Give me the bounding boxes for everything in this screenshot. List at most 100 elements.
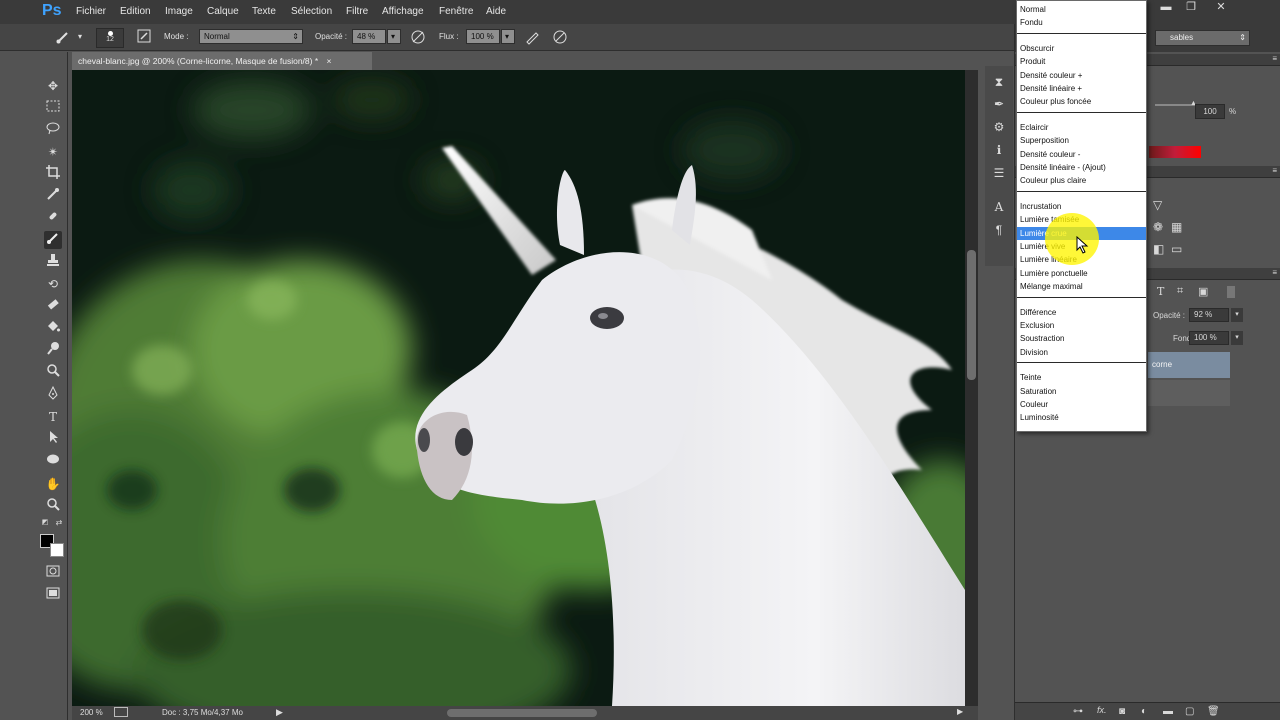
- trash-icon[interactable]: 🗑: [1207, 706, 1220, 717]
- slider-track[interactable]: [1155, 104, 1195, 106]
- blend-mode-option[interactable]: Produit: [1017, 55, 1146, 68]
- fx-icon[interactable]: fx.: [1097, 705, 1107, 715]
- panel-menu-icon[interactable]: ≡: [1272, 166, 1277, 175]
- blend-mode-option[interactable]: Lumière ponctuelle: [1017, 267, 1146, 280]
- stamp-tool-icon[interactable]: [44, 253, 62, 271]
- maximize-icon[interactable]: ❐: [1180, 1, 1202, 15]
- blend-mode-option[interactable]: Obscurcir: [1017, 42, 1146, 55]
- chevron-down-icon[interactable]: ▾: [72, 29, 88, 45]
- blend-mode-option[interactable]: Couleur: [1017, 398, 1146, 411]
- menu-selection[interactable]: Sélection: [291, 6, 332, 17]
- type-filter-icon[interactable]: T: [1157, 285, 1164, 298]
- threshold-icon[interactable]: ◧: [1153, 242, 1164, 256]
- menu-affichage[interactable]: Affichage: [382, 6, 424, 17]
- blend-mode-option[interactable]: Saturation: [1017, 385, 1146, 398]
- document-tab[interactable]: cheval-blanc.jpg @ 200% (Corne-licorne, …: [72, 52, 372, 70]
- layer-opacity-input[interactable]: 92 %: [1189, 308, 1229, 322]
- default-colors-icon[interactable]: ◩: [40, 518, 50, 528]
- ellipse-tool-icon[interactable]: [44, 452, 62, 470]
- add-mask-icon[interactable]: ◙: [1119, 706, 1125, 717]
- screen-mode-icon[interactable]: [44, 586, 62, 604]
- shape-filter-icon[interactable]: ⌗: [1177, 285, 1183, 298]
- adjustment-layer-icon[interactable]: ◐: [1141, 706, 1147, 717]
- blend-mode-option[interactable]: Couleur plus claire: [1017, 174, 1146, 187]
- pressure-size-icon[interactable]: [552, 29, 568, 45]
- panel-menu-icon[interactable]: ≡: [1272, 54, 1277, 63]
- menu-image[interactable]: Image: [165, 6, 193, 17]
- mode-select[interactable]: Normal ⇕: [199, 29, 303, 44]
- blend-mode-option[interactable]: Fondu: [1017, 16, 1146, 29]
- channel-mixer-icon[interactable]: ❁: [1153, 220, 1163, 234]
- fill-input[interactable]: 100 %: [1189, 331, 1229, 345]
- blend-mode-option[interactable]: Densité linéaire - (Ajout): [1017, 161, 1146, 174]
- color-lookup-icon[interactable]: ▦: [1171, 220, 1182, 234]
- eyedropper-tool-icon[interactable]: [44, 187, 62, 205]
- clone-source-panel-icon[interactable]: ⚙: [990, 118, 1008, 136]
- preview-icon[interactable]: [114, 707, 128, 717]
- move-tool-icon[interactable]: ✥: [44, 77, 62, 95]
- blend-mode-option[interactable]: Exclusion: [1017, 319, 1146, 332]
- character-panel-icon[interactable]: A: [990, 198, 1008, 216]
- type-tool-icon[interactable]: T: [44, 408, 62, 426]
- color-ramp[interactable]: [1149, 146, 1201, 158]
- blend-mode-option[interactable]: Soustraction: [1017, 332, 1146, 345]
- zoom-tool-icon[interactable]: [44, 497, 62, 515]
- paragraph-panel-icon[interactable]: ¶: [990, 221, 1008, 239]
- brush-tool-icon[interactable]: [44, 231, 62, 249]
- crop-tool-icon[interactable]: [44, 165, 62, 183]
- menu-filtre[interactable]: Filtre: [346, 6, 368, 17]
- adjustments-panel-icon[interactable]: ☰: [990, 164, 1008, 182]
- blend-mode-option[interactable]: Mélange maximal: [1017, 280, 1146, 293]
- chevron-down-icon[interactable]: ▾: [1231, 308, 1243, 322]
- zoom-blur-tool-icon[interactable]: [44, 363, 62, 381]
- lasso-tool-icon[interactable]: [44, 121, 62, 139]
- brush-panel-icon[interactable]: [136, 29, 152, 45]
- filter-toggle[interactable]: [1227, 286, 1235, 298]
- status-menu-arrow-icon[interactable]: ▶: [276, 707, 283, 718]
- opacity-dropdown[interactable]: ▾: [387, 29, 401, 44]
- scroll-right-arrow-icon[interactable]: ▶: [957, 707, 963, 716]
- blend-mode-option[interactable]: Luminosité: [1017, 411, 1146, 424]
- blend-mode-option[interactable]: Superposition: [1017, 134, 1146, 147]
- menu-texte[interactable]: Texte: [252, 6, 276, 17]
- airbrush-icon[interactable]: [524, 29, 540, 45]
- canvas[interactable]: [72, 70, 965, 706]
- triangle-icon[interactable]: ▽: [1153, 198, 1162, 212]
- brush-preset-picker[interactable]: 12: [96, 28, 124, 48]
- menu-aide[interactable]: Aide: [486, 6, 506, 17]
- blend-mode-option[interactable]: Densité linéaire +: [1017, 82, 1146, 95]
- healing-brush-tool-icon[interactable]: [44, 209, 62, 227]
- menu-edition[interactable]: Edition: [120, 6, 151, 17]
- flow-input[interactable]: 100 %: [466, 29, 500, 44]
- blend-mode-option[interactable]: Incrustation: [1017, 200, 1146, 213]
- minimize-icon[interactable]: ▬: [1155, 1, 1177, 15]
- blend-mode-option[interactable]: Densité couleur +: [1017, 69, 1146, 82]
- new-layer-icon[interactable]: ▢: [1185, 706, 1194, 717]
- blend-mode-option[interactable]: Normal: [1017, 3, 1146, 16]
- marquee-tool-icon[interactable]: [44, 99, 62, 117]
- smart-object-filter-icon[interactable]: ▣: [1198, 285, 1208, 298]
- panel-menu-icon[interactable]: ≡: [1272, 268, 1277, 277]
- link-layers-icon[interactable]: ⊶: [1073, 706, 1083, 717]
- gradient-map-icon[interactable]: ▭: [1171, 242, 1182, 256]
- menu-fenetre[interactable]: Fenêtre: [439, 6, 473, 17]
- close-icon[interactable]: ✕: [1210, 1, 1232, 15]
- pen-tool-icon[interactable]: [44, 385, 62, 404]
- vertical-scrollbar[interactable]: [965, 70, 978, 706]
- path-selection-tool-icon[interactable]: [44, 430, 62, 448]
- menu-calque[interactable]: Calque: [207, 6, 239, 17]
- info-panel-icon[interactable]: ℹ: [990, 141, 1008, 159]
- chevron-down-icon[interactable]: ▾: [1231, 331, 1243, 345]
- blend-mode-option[interactable]: Différence: [1017, 306, 1146, 319]
- eraser-tool-icon[interactable]: [44, 297, 62, 315]
- blend-mode-option[interactable]: Couleur plus foncée: [1017, 95, 1146, 108]
- history-brush-tool-icon[interactable]: ⟲: [44, 275, 62, 293]
- history-panel-icon[interactable]: ⧗: [990, 73, 1008, 91]
- quick-mask-icon[interactable]: [44, 564, 62, 582]
- blend-mode-option[interactable]: Densité couleur -: [1017, 148, 1146, 161]
- blend-mode-option[interactable]: Division: [1017, 346, 1146, 359]
- horizontal-scroll-thumb[interactable]: [447, 709, 597, 717]
- swap-colors-icon[interactable]: ⇄: [54, 518, 64, 528]
- close-icon[interactable]: ×: [327, 56, 332, 66]
- blend-mode-option[interactable]: Teinte: [1017, 371, 1146, 384]
